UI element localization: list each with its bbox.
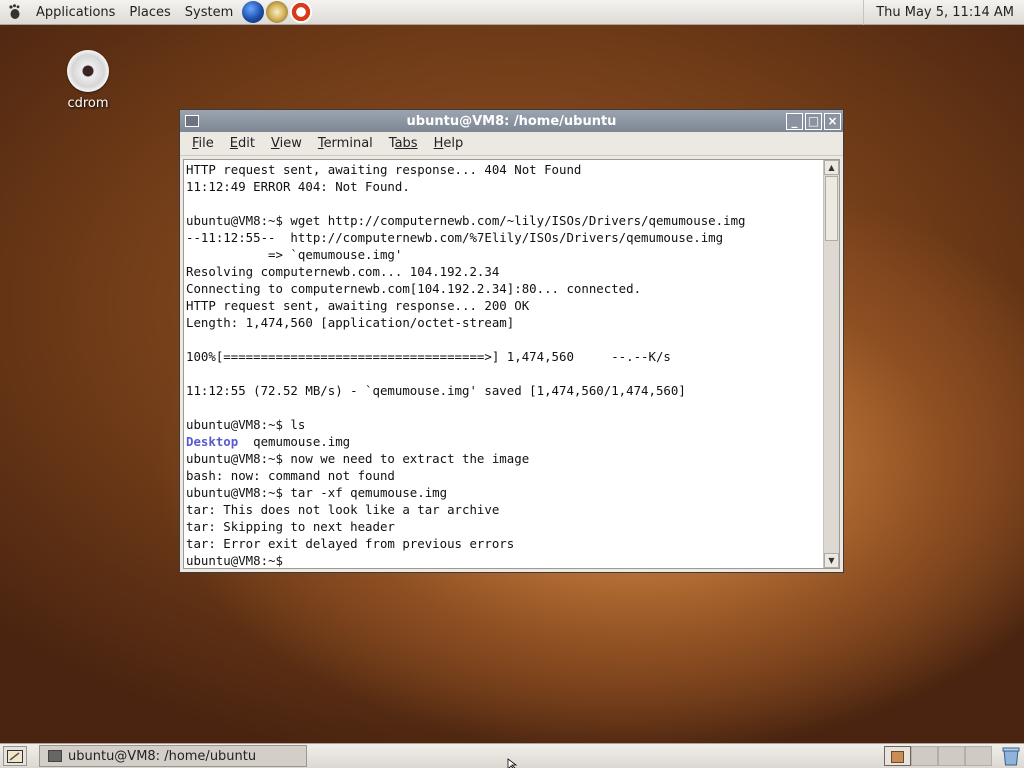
cdrom-icon [67,50,109,92]
terminal-line: Desktop qemumouse.img [186,434,351,449]
scrollbar[interactable]: ▲ ▼ [823,160,839,568]
top-panel: Applications Places System Thu May 5, 11… [0,0,1024,25]
clock[interactable]: Thu May 5, 11:14 AM [863,0,1024,25]
scroll-up-arrow-icon[interactable]: ▲ [824,160,839,175]
close-button[interactable]: × [824,112,841,130]
gnome-foot-icon[interactable] [7,4,23,20]
scroll-thumb[interactable] [825,176,838,241]
workspace-2[interactable] [911,746,938,766]
terminal-line: ubuntu@VM8:~$ wget http://computernewb.c… [186,213,746,228]
maximize-button[interactable]: □ [805,112,822,130]
terminal-line: 11:12:49 ERROR 404: Not Found. [186,179,410,194]
menu-help[interactable]: Help [426,136,472,151]
terminal-line: bash: now: command not found [186,468,395,483]
desktop-icon-label: cdrom [67,96,109,111]
terminal-line: ubuntu@VM8:~$ [186,553,291,568]
terminal-line: 11:12:55 (72.52 MB/s) - `qemumouse.img' … [186,383,686,398]
terminal-line: Length: 1,474,560 [application/octet-str… [186,315,515,330]
terminal-line: HTTP request sent, awaiting response... … [186,162,582,177]
terminal-line: HTTP request sent, awaiting response... … [186,298,530,313]
terminal-line: ubuntu@VM8:~$ ls [186,417,306,432]
terminal-line: tar: Error exit delayed from previous er… [186,536,515,551]
taskbar-terminal-button[interactable]: ubuntu@VM8: /home/ubuntu [39,745,307,767]
menu-view[interactable]: View [263,136,310,151]
mail-icon[interactable] [266,1,289,23]
show-desktop-icon [7,749,23,763]
scroll-down-arrow-icon[interactable]: ▼ [824,553,839,568]
terminal-line: tar: This does not look like a tar archi… [186,502,500,517]
web-browser-icon[interactable] [242,1,265,23]
menu-system[interactable]: System [178,0,240,25]
menu-places[interactable]: Places [122,0,177,25]
window-titlebar[interactable]: ubuntu@VM8: /home/ubuntu _ □ × [180,110,843,132]
mouse-cursor-icon [507,758,518,768]
menu-tabs[interactable]: Tabs [381,136,426,151]
window-title: ubuntu@VM8: /home/ubuntu [406,113,617,129]
terminal-menubar: File Edit View Terminal Tabs Help [180,132,843,156]
terminal-line: Resolving computernewb.com... 104.192.2.… [186,264,500,279]
menu-file[interactable]: File [184,136,222,151]
desktop-icon-cdrom[interactable]: cdrom [60,50,116,111]
terminal-output[interactable]: HTTP request sent, awaiting response... … [186,161,821,568]
trash-icon[interactable] [1001,746,1021,766]
workspace-3[interactable] [938,746,965,766]
window-menu-icon[interactable] [185,115,199,127]
show-desktop-button[interactable] [3,746,27,766]
menu-terminal[interactable]: Terminal [310,136,381,151]
terminal-area[interactable]: HTTP request sent, awaiting response... … [183,159,840,569]
menu-edit[interactable]: Edit [222,136,263,151]
workspace-4[interactable] [965,746,992,766]
workspace-switcher [884,746,992,766]
directory-name: Desktop [186,434,239,449]
terminal-line: ubuntu@VM8:~$ tar -xf qemumouse.img [186,485,448,500]
terminal-line: => `qemumouse.img' [186,247,403,262]
menu-applications[interactable]: Applications [29,0,122,25]
help-icon[interactable] [290,1,313,23]
terminal-line: --11:12:55-- http://computernewb.com/%7E… [186,230,724,245]
workspace-1[interactable] [884,746,911,766]
terminal-line: 100%[===================================… [186,349,671,364]
minimize-button[interactable]: _ [786,112,803,130]
terminal-line: tar: Skipping to next header [186,519,395,534]
terminal-window: ubuntu@VM8: /home/ubuntu _ □ × File Edit… [179,109,844,573]
terminal-icon [48,750,62,762]
terminal-line: ubuntu@VM8:~$ now we need to extract the… [186,451,530,466]
terminal-line: Connecting to computernewb.com[104.192.2… [186,281,642,296]
taskbar-button-label: ubuntu@VM8: /home/ubuntu [68,748,257,764]
